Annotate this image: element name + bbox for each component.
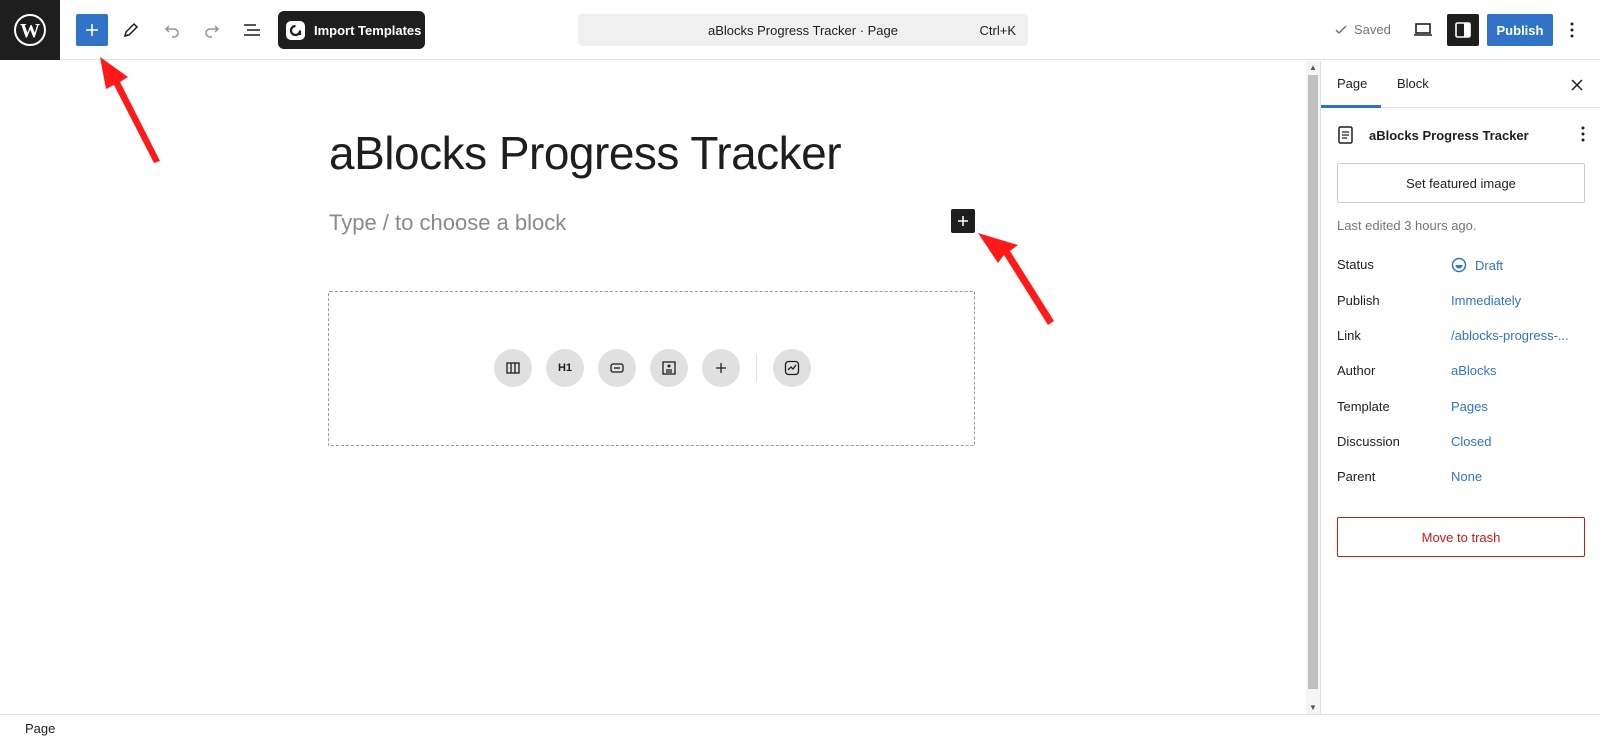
tab-page[interactable]: Page (1337, 76, 1367, 91)
close-icon (1571, 79, 1583, 91)
meta-row-author: Author aBlocks (1337, 363, 1585, 383)
last-edited-text: Last edited 3 hours ago. (1337, 218, 1477, 233)
page-icon (1338, 126, 1353, 144)
wordpress-logo-icon[interactable]: W (0, 0, 60, 60)
desktop-icon (1414, 23, 1432, 36)
scroll-up-icon[interactable]: ▲ (1309, 63, 1317, 72)
meta-label: Template (1337, 399, 1390, 414)
media-text-icon[interactable] (650, 349, 688, 387)
meta-label: Parent (1337, 469, 1376, 484)
keyboard-shortcut-label: Ctrl+K (979, 23, 1016, 38)
saved-label: Saved (1354, 22, 1391, 37)
preview-button[interactable] (1407, 14, 1439, 46)
command-palette-bar[interactable]: aBlocks Progress Tracker · Page Ctrl+K (578, 14, 1028, 46)
draft-status-icon (1451, 257, 1467, 273)
chart-icon[interactable] (773, 349, 811, 387)
discussion-value[interactable]: Closed (1451, 434, 1491, 449)
annotation-arrow-icon (978, 233, 1054, 325)
annotation-arrow-icon (100, 57, 160, 163)
meta-row-parent: Parent None (1337, 469, 1585, 489)
author-value[interactable]: aBlocks (1451, 363, 1497, 378)
footer-bar: Page (0, 714, 1600, 739)
meta-label: Link (1337, 328, 1361, 343)
meta-row-link: Link /ablocks-progress-... (1337, 328, 1585, 348)
meta-label: Discussion (1337, 434, 1400, 449)
document-title-label: aBlocks Progress Tracker · Page (707, 23, 899, 38)
editor-canvas: aBlocks Progress Tracker Type / to choos… (0, 57, 1306, 714)
meta-row-discussion: Discussion Closed (1337, 434, 1585, 454)
plus-icon[interactable] (702, 349, 740, 387)
meta-label: Author (1337, 363, 1376, 378)
doc-actions-button[interactable] (1581, 126, 1585, 147)
meta-label: Publish (1337, 293, 1380, 308)
settings-sidebar: Page Block aBlocks Progress Tracker Set … (1320, 61, 1600, 714)
meta-row-template: Template Pages (1337, 399, 1585, 419)
pencil-icon (123, 22, 139, 38)
more-vertical-icon (1570, 22, 1574, 38)
options-menu-button[interactable] (1560, 14, 1584, 46)
meta-label: Status (1337, 257, 1374, 272)
move-to-trash-button[interactable]: Move to trash (1337, 517, 1585, 557)
plus-icon (86, 24, 98, 36)
redo-icon (205, 25, 220, 38)
undo-icon (164, 25, 179, 38)
tools-button[interactable] (115, 14, 147, 46)
top-toolbar: W Import Templates aBlocks Progress Trac… (0, 0, 1600, 60)
button-icon[interactable] (598, 349, 636, 387)
status-value[interactable]: Draft (1451, 257, 1503, 273)
svg-text:W: W (20, 20, 40, 42)
divider (756, 355, 757, 381)
block-placeholder[interactable]: Type / to choose a block (329, 210, 566, 236)
heading-icon[interactable]: H1 (546, 349, 584, 387)
status-label: Draft (1475, 257, 1504, 273)
tab-block[interactable]: Block (1397, 76, 1429, 91)
plus-icon (958, 216, 968, 226)
sidebar-tabs: Page Block (1321, 61, 1600, 108)
import-templates-button[interactable]: Import Templates (278, 11, 425, 49)
redo-button[interactable] (196, 14, 228, 46)
close-sidebar-button[interactable] (1565, 73, 1589, 97)
pattern-shortcuts: H1 (329, 349, 974, 387)
meta-row-status: Status Draft (1337, 257, 1585, 277)
editor-scrollbar[interactable]: ▲ ▼ (1306, 61, 1320, 714)
meta-row-publish: Publish Immediately (1337, 293, 1585, 313)
block-inserter-button[interactable] (76, 14, 108, 46)
page-title[interactable]: aBlocks Progress Tracker (329, 126, 842, 180)
columns-icon[interactable] (494, 349, 532, 387)
link-value[interactable]: /ablocks-progress-... (1451, 328, 1569, 343)
more-vertical-icon (1581, 126, 1585, 142)
ablocks-logo-icon (286, 20, 305, 40)
list-view-icon (244, 24, 260, 36)
import-templates-label: Import Templates (314, 22, 422, 38)
check-icon (1335, 24, 1347, 34)
publish-value[interactable]: Immediately (1451, 293, 1521, 308)
undo-button[interactable] (156, 14, 188, 46)
active-tab-indicator (1321, 105, 1381, 108)
breadcrumb[interactable]: Page (25, 721, 55, 736)
sidebar-doc-title: aBlocks Progress Tracker (1369, 128, 1529, 143)
publish-button[interactable]: Publish (1487, 14, 1553, 46)
set-featured-image-button[interactable]: Set featured image (1337, 163, 1585, 203)
template-value[interactable]: Pages (1451, 399, 1488, 414)
sidebar-icon (1455, 22, 1471, 38)
heading-glyph: H1 (557, 362, 573, 374)
saved-indicator: Saved (1334, 22, 1391, 37)
parent-value[interactable]: None (1451, 469, 1482, 484)
document-summary: aBlocks Progress Tracker (1337, 124, 1585, 148)
document-overview-button[interactable] (236, 14, 268, 46)
settings-toggle-button[interactable] (1447, 14, 1479, 46)
scrollbar-thumb[interactable] (1308, 75, 1318, 689)
pattern-placeholder-box: H1 (328, 291, 975, 446)
inline-inserter-button[interactable] (951, 209, 975, 233)
scroll-down-icon[interactable]: ▼ (1309, 703, 1317, 712)
